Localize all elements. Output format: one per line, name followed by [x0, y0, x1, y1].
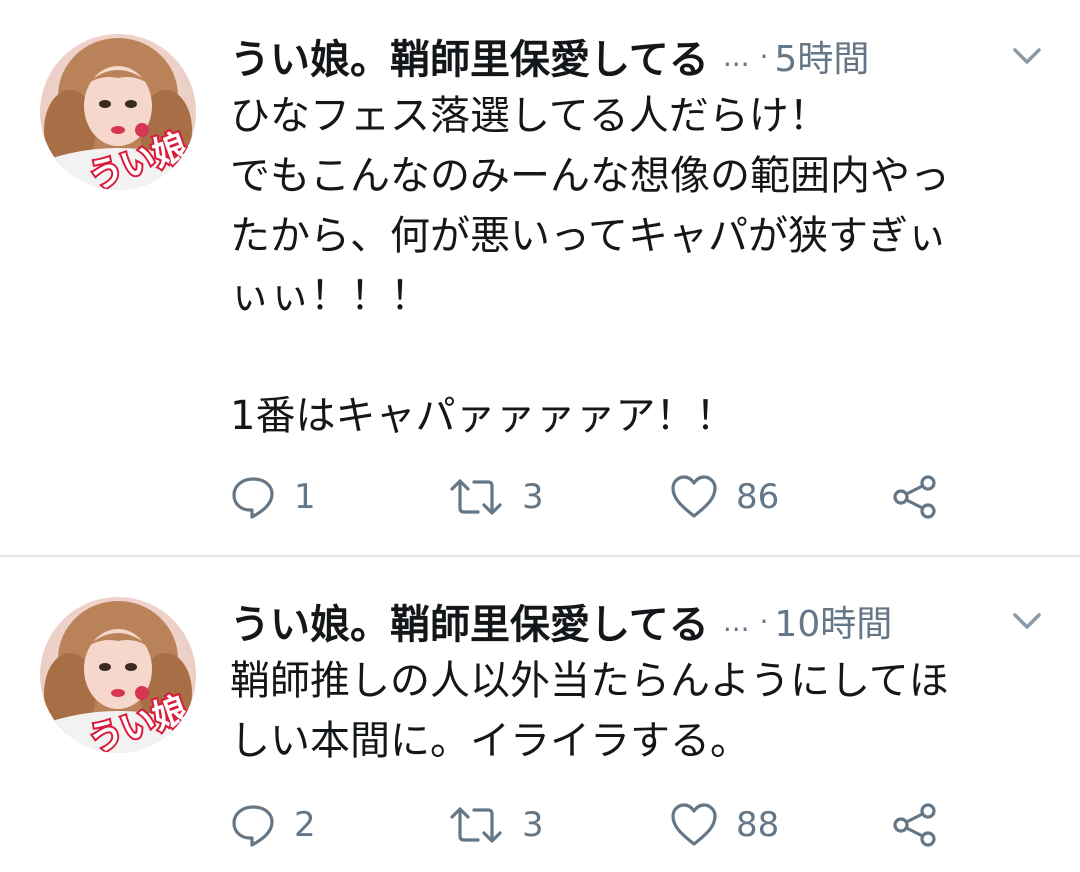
- retweet-icon: [450, 479, 502, 515]
- tweet-header: うい娘。鞘師里保愛してる ... · 10時間: [230, 593, 1050, 649]
- tweet[interactable]: うい娘。 うい娘。鞘師里保愛してる ... · 5時間 ひなフェス落選してる人だ…: [0, 0, 1080, 556]
- tweet-text-line: しい本間に。イライラする。: [230, 718, 750, 764]
- display-name[interactable]: うい娘。鞘師里保愛してる: [230, 27, 709, 85]
- tweet-actions: 2 3 88: [230, 800, 1050, 850]
- avatar[interactable]: うい娘。: [40, 34, 196, 190]
- retweet-button[interactable]: 3: [448, 472, 544, 522]
- tweet-text-line: でもこんなのみーんな想像の範囲内やっ: [230, 153, 950, 199]
- share-button[interactable]: [890, 800, 940, 850]
- retweet-count: 3: [522, 805, 544, 845]
- display-name[interactable]: うい娘。鞘師里保愛してる: [230, 592, 709, 650]
- reply-count: 1: [294, 477, 316, 517]
- reply-button[interactable]: 1: [230, 472, 316, 522]
- retweet-button[interactable]: 3: [448, 800, 544, 850]
- tweet-text: 鞘師推しの人以外当たらんようにしてほ しい本間に。イライラする。: [230, 651, 1050, 771]
- tweet-text-line: ひなフェス落選してる人だらけ！: [230, 93, 829, 139]
- tweet-text-line: 鞘師推しの人以外当たらんようにしてほ: [230, 658, 949, 704]
- timestamp[interactable]: 10時間: [774, 595, 892, 647]
- tweet-text-line: 1番はキャパァァァァア！！: [230, 393, 736, 439]
- like-count: 86: [736, 477, 780, 517]
- separator-dot: ·: [759, 39, 769, 73]
- like-button[interactable]: 88: [670, 800, 779, 850]
- tweet[interactable]: うい娘。 うい娘。鞘師里保愛してる ... · 10時間 鞘師推しの人以外当たら…: [0, 557, 1080, 872]
- tweet-text-line: たから、何が悪いってキャパが狭すぎぃ: [230, 213, 948, 259]
- retweet-count: 3: [522, 477, 544, 517]
- reply-icon: [232, 805, 274, 847]
- like-count: 88: [736, 805, 780, 845]
- timestamp[interactable]: 5時間: [774, 30, 869, 82]
- tweet-text-line: ぃぃ！！！: [230, 273, 430, 319]
- separator-dot: ·: [759, 604, 769, 638]
- tweet-text: ひなフェス落選してる人だらけ！ でもこんなのみーんな想像の範囲内やっ たから、何…: [230, 86, 1050, 446]
- share-icon: [893, 475, 936, 519]
- avatar[interactable]: うい娘。: [40, 597, 196, 753]
- reply-icon: [232, 477, 274, 519]
- name-ellipsis: ...: [722, 39, 750, 73]
- chevron-down-icon[interactable]: [1012, 46, 1042, 66]
- name-ellipsis: ...: [722, 604, 750, 638]
- reply-count: 2: [294, 805, 316, 845]
- retweet-icon: [450, 807, 502, 843]
- heart-icon: [671, 475, 717, 518]
- tweet-header: うい娘。鞘師里保愛してる ... · 5時間: [230, 28, 1050, 84]
- reply-button[interactable]: 2: [230, 800, 316, 850]
- tweet-actions: 1 3 86: [230, 472, 1050, 522]
- like-button[interactable]: 86: [670, 472, 779, 522]
- heart-icon: [671, 803, 717, 846]
- share-icon: [893, 803, 936, 847]
- chevron-down-icon[interactable]: [1012, 611, 1042, 631]
- share-button[interactable]: [890, 472, 940, 522]
- tweet-feed: うい娘。 うい娘。鞘師里保愛してる ... · 5時間 ひなフェス落選してる人だ…: [0, 0, 1080, 872]
